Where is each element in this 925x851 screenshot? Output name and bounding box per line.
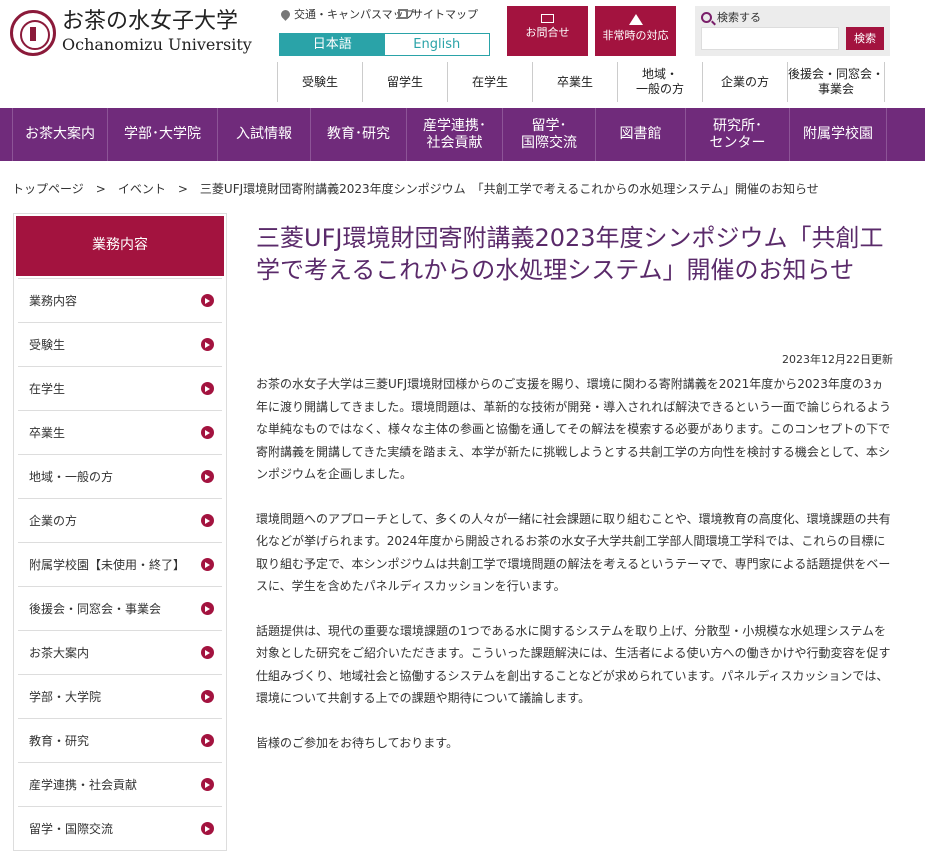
sitemap-icon [398,9,408,19]
breadcrumb-separator: > [95,182,106,196]
emergency-label: 非常時の対応 [602,29,669,42]
sidebar: 業務内容 業務内容 受験生 在学生 卒業生 地域・一般の方 企業の方 附属学校園… [13,213,227,851]
sidebar-item[interactable]: 業務内容 [18,278,222,322]
access-map-link[interactable]: 交通・キャンパスマップ [279,6,415,22]
chevron-right-circle-icon [201,690,214,703]
breadcrumb-current: 三菱UFJ環境財団寄附講義2023年度シンポジウム 「共創工学で考えるこれからの… [199,182,819,196]
chevron-right-circle-icon [201,778,214,791]
sidebar-item[interactable]: 企業の方 [18,498,222,542]
audience-nav-item[interactable]: 在学生 [447,62,532,102]
page-title: 三菱UFJ環境財団寄附講義2023年度シンポジウム「共創工学で考えるこれからの水… [256,224,884,284]
search-input[interactable] [701,27,839,50]
sitemap-label: サイトマップ [412,8,478,21]
main-nav: お茶大案内 学部･大学院 入試情報 教育･研究 産学連携･ 社会貢献 留学･ 国… [0,108,925,161]
university-logo[interactable]: お茶の水女子大学 Ochanomizu University [10,10,252,56]
emergency-button[interactable]: 非常時の対応 [595,6,676,56]
audience-nav-item[interactable]: 後援会・同窓会・ 事業会 [787,62,885,102]
logo-english: Ochanomizu University [62,35,252,54]
audience-nav-item[interactable]: 企業の方 [702,62,787,102]
mail-icon [541,14,554,23]
sidebar-item-label: 産学連携・社会貢献 [29,778,138,792]
sidebar-item[interactable]: お茶大案内 [18,630,222,674]
search-button[interactable]: 検索 [846,27,884,50]
search-box: 検索する 検索 [695,6,890,56]
audience-nav-item[interactable]: 留学生 [362,62,447,102]
audience-nav-item[interactable]: 受験生 [277,62,362,102]
main-nav-item[interactable]: 留学･ 国際交流 [502,108,595,161]
sidebar-item[interactable]: 卒業生 [18,410,222,454]
sidebar-item[interactable]: 留学・国際交流 [18,806,222,850]
sidebar-item[interactable]: 地域・一般の方 [18,454,222,498]
access-map-label: 交通・キャンパスマップ [294,8,415,21]
sidebar-item-label: 留学・国際交流 [29,822,114,836]
sidebar-item[interactable]: 附属学校園【未使用・終了】 [18,542,222,586]
article-paragraph: 話題提供は、現代の重要な環境課題の1つである水に関するシステムを取り上げ、分散型… [256,623,891,706]
search-heading: 検索する [701,9,761,25]
chevron-right-circle-icon [201,426,214,439]
main-nav-item[interactable]: 図書館 [595,108,685,161]
chevron-right-circle-icon [201,602,214,615]
sidebar-heading: 業務内容 [16,216,224,276]
audience-nav: 受験生 留学生 在学生 卒業生 地域・ 一般の方 企業の方 後援会・同窓会・ 事… [277,62,885,102]
main-nav-item[interactable]: 教育･研究 [310,108,406,161]
map-pin-icon [279,7,292,21]
article-paragraph: お茶の水女子大学は三菱UFJ環境財団様からのご支援を賜り、環境に関わる寄附講義を… [256,377,892,481]
article-body: お茶の水女子大学は三菱UFJ環境財団様からのご支援を賜り、環境に関わる寄附講義を… [256,373,893,776]
main-nav-item[interactable]: 研究所･ センター [685,108,789,161]
magnifier-icon [701,11,712,23]
main-nav-item[interactable]: 附属学校園 [789,108,887,161]
article-paragraph: 環境問題へのアプローチとして、多くの人々が一緒に社会課題に取り組むことや、環境教… [256,511,891,594]
sidebar-item-label: お茶大案内 [29,646,90,660]
chevron-right-circle-icon [201,646,214,659]
breadcrumb-item[interactable]: トップページ [12,182,84,196]
chevron-right-circle-icon [201,294,214,307]
logo-japanese: お茶の水女子大学 [62,9,239,34]
sidebar-item-label: 学部・大学院 [29,690,102,704]
audience-nav-item[interactable]: 卒業生 [532,62,617,102]
chevron-right-circle-icon [201,338,214,351]
search-heading-text: 検索する [717,11,761,24]
chevron-right-circle-icon [201,734,214,747]
sidebar-item[interactable]: 後援会・同窓会・事業会 [18,586,222,630]
sidebar-item[interactable]: 産学連携・社会貢献 [18,762,222,806]
main-nav-item[interactable]: 入試情報 [217,108,310,161]
sidebar-item-label: 受験生 [29,338,66,352]
updated-date: 2023年12月22日更新 [782,353,893,366]
university-seal-icon [10,10,56,56]
main-nav-item[interactable]: 学部･大学院 [107,108,217,161]
sidebar-item-label: 企業の方 [29,514,78,528]
chevron-right-circle-icon [201,514,214,527]
audience-nav-item[interactable]: 地域・ 一般の方 [617,62,702,102]
chevron-right-circle-icon [201,558,214,571]
sidebar-item[interactable]: 在学生 [18,366,222,410]
sidebar-item[interactable]: 受験生 [18,322,222,366]
breadcrumb-item[interactable]: イベント [118,182,166,196]
chevron-right-circle-icon [201,822,214,835]
sitemap-link[interactable]: サイトマップ [398,6,478,22]
sidebar-item[interactable]: 学部・大学院 [18,674,222,718]
sidebar-item-label: 教育・研究 [29,734,90,748]
breadcrumb-separator: > [177,182,188,196]
sidebar-item-label: 業務内容 [29,294,78,308]
lang-japanese-button[interactable]: 日本語 [280,34,385,55]
main-nav-item[interactable]: 産学連携･ 社会貢献 [406,108,502,161]
sidebar-item-label: 附属学校園【未使用・終了】 [29,558,186,572]
sidebar-item-label: 地域・一般の方 [29,470,114,484]
contact-button[interactable]: お問合せ [507,6,588,56]
sidebar-item-label: 卒業生 [29,426,66,440]
main-nav-item[interactable]: お茶大案内 [12,108,107,161]
warning-icon [628,14,643,25]
contact-label: お問合せ [525,26,570,39]
chevron-right-circle-icon [201,382,214,395]
lang-english-button[interactable]: English [384,34,489,55]
sidebar-item-label: 在学生 [29,382,66,396]
sidebar-item[interactable]: 教育・研究 [18,718,222,762]
language-switcher: 日本語 English [279,33,490,56]
sidebar-item-label: 後援会・同窓会・事業会 [29,602,162,616]
breadcrumb: トップページ > イベント > 三菱UFJ環境財団寄附講義2023年度シンポジウム 「共… [12,180,819,197]
article-paragraph: 皆様のご参加をお待ちしております。 [256,735,459,750]
chevron-right-circle-icon [201,470,214,483]
